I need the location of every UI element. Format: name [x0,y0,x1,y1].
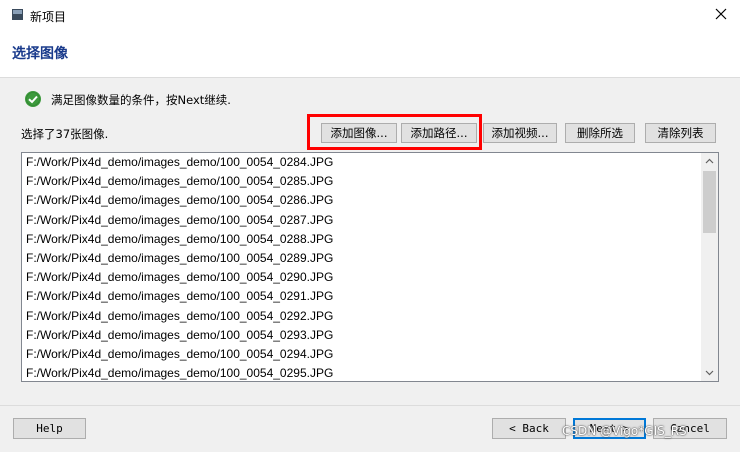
image-list-item[interactable]: F:/Work/Pix4d_demo/images_demo/100_0054_… [22,307,702,326]
wizard-header: 选择图像 [0,30,740,78]
image-list-item[interactable]: F:/Work/Pix4d_demo/images_demo/100_0054_… [22,191,702,210]
clear-list-button[interactable]: 清除列表 [645,123,716,143]
image-list[interactable]: F:/Work/Pix4d_demo/images_demo/100_0054_… [21,152,719,382]
add-video-button[interactable]: 添加视频... [483,123,557,143]
image-list-item[interactable]: F:/Work/Pix4d_demo/images_demo/100_0054_… [22,326,702,345]
image-list-item[interactable]: F:/Work/Pix4d_demo/images_demo/100_0054_… [22,345,702,364]
image-count-label: 选择了37张图像. [21,127,109,141]
page-title: 选择图像 [12,46,68,62]
back-button[interactable]: < Back [492,418,566,439]
scroll-up-icon[interactable] [701,153,718,170]
window-title: 新项目 [30,10,67,24]
app-icon [12,9,23,20]
watermark: CSDN @Vigo*GIS_RS [562,424,687,438]
status-text: 满足图像数量的条件，按Next继续. [51,93,231,107]
image-list-rows: F:/Work/Pix4d_demo/images_demo/100_0054_… [22,153,702,381]
highlight-annotation [307,114,482,150]
scrollbar-thumb[interactable] [703,171,716,233]
vertical-scrollbar[interactable] [701,153,718,381]
image-list-item[interactable]: F:/Work/Pix4d_demo/images_demo/100_0054_… [22,268,702,287]
image-list-item[interactable]: F:/Work/Pix4d_demo/images_demo/100_0054_… [22,364,702,381]
image-list-item[interactable]: F:/Work/Pix4d_demo/images_demo/100_0054_… [22,249,702,268]
image-list-item[interactable]: F:/Work/Pix4d_demo/images_demo/100_0054_… [22,287,702,306]
image-list-item[interactable]: F:/Work/Pix4d_demo/images_demo/100_0054_… [22,230,702,249]
image-list-item[interactable]: F:/Work/Pix4d_demo/images_demo/100_0054_… [22,211,702,230]
image-list-item[interactable]: F:/Work/Pix4d_demo/images_demo/100_0054_… [22,153,702,172]
close-icon[interactable] [712,5,730,23]
scroll-down-icon[interactable] [701,364,718,381]
remove-selected-button[interactable]: 删除所选 [565,123,635,143]
image-list-item[interactable]: F:/Work/Pix4d_demo/images_demo/100_0054_… [22,172,702,191]
title-bar: 新项目 [0,0,740,30]
check-circle-icon [25,91,41,107]
help-button[interactable]: Help [13,418,86,439]
